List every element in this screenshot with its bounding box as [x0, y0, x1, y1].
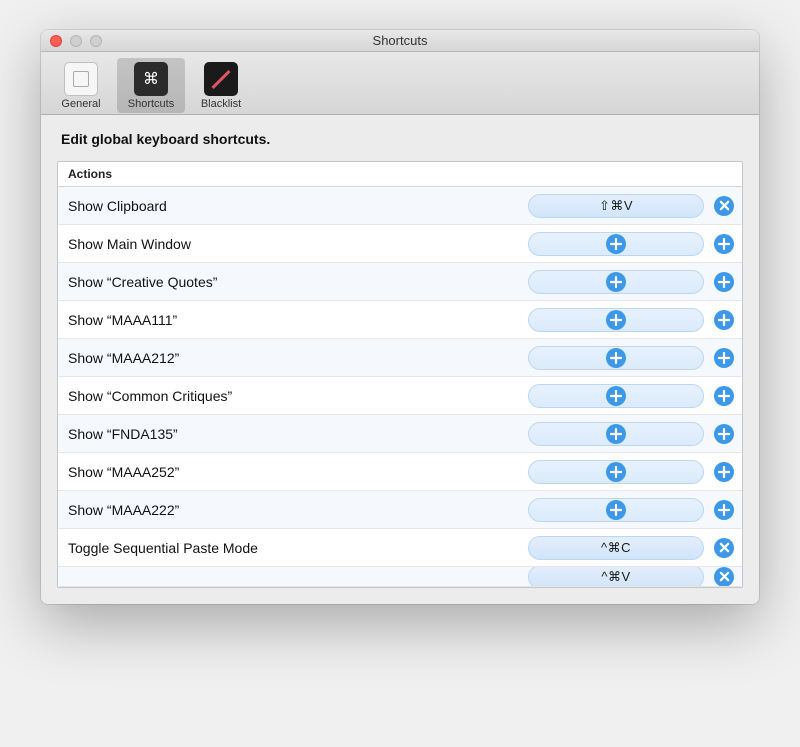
- add-shortcut-button[interactable]: [714, 234, 734, 254]
- blacklist-icon: [204, 62, 238, 96]
- shortcut-field[interactable]: ^⌘C: [528, 536, 704, 560]
- add-shortcut-icon: [606, 462, 626, 482]
- section-heading: Edit global keyboard shortcuts.: [57, 131, 743, 147]
- action-label: Show “MAAA222”: [68, 502, 528, 518]
- add-shortcut-icon: [606, 272, 626, 292]
- add-shortcut-icon: [606, 234, 626, 254]
- add-shortcut-icon: [606, 348, 626, 368]
- clear-shortcut-button[interactable]: [714, 567, 734, 587]
- add-shortcut-button[interactable]: [714, 386, 734, 406]
- shortcut-field[interactable]: [528, 346, 704, 370]
- shortcut-field[interactable]: [528, 270, 704, 294]
- tab-label: Shortcuts: [128, 98, 174, 110]
- table-row: Show “Creative Quotes”: [58, 263, 742, 301]
- add-shortcut-button[interactable]: [714, 500, 734, 520]
- table-row: Show “FNDA135”: [58, 415, 742, 453]
- table-row: Show “MAAA212”: [58, 339, 742, 377]
- action-label: Show “Common Critiques”: [68, 388, 528, 404]
- clear-shortcut-button[interactable]: [714, 538, 734, 558]
- add-shortcut-button[interactable]: [714, 272, 734, 292]
- shortcuts-table: Actions Show Clipboard⇧⌘V Show Main Windo…: [57, 161, 743, 588]
- general-icon: [64, 62, 98, 96]
- table-row: Show Clipboard⇧⌘V: [58, 187, 742, 225]
- action-label: Show “Creative Quotes”: [68, 274, 528, 290]
- add-shortcut-icon: [606, 310, 626, 330]
- add-shortcut-icon: [606, 424, 626, 444]
- tab-label: Blacklist: [201, 98, 241, 110]
- toolbar: General ⌘ Shortcuts Blacklist: [41, 52, 759, 115]
- table-row: ^⌘V: [58, 567, 742, 587]
- tab-blacklist[interactable]: Blacklist: [187, 58, 255, 113]
- shortcut-field[interactable]: ⇧⌘V: [528, 194, 704, 218]
- shortcut-field[interactable]: [528, 308, 704, 332]
- shortcut-field[interactable]: [528, 422, 704, 446]
- table-row: Show “MAAA252”: [58, 453, 742, 491]
- action-label: Show “MAAA252”: [68, 464, 528, 480]
- action-label: Show Clipboard: [68, 198, 528, 214]
- table-row: Show Main Window: [58, 225, 742, 263]
- table-row: Toggle Sequential Paste Mode^⌘C: [58, 529, 742, 567]
- table-row: Show “Common Critiques”: [58, 377, 742, 415]
- action-label: Show Main Window: [68, 236, 528, 252]
- close-button[interactable]: [50, 35, 62, 47]
- action-label: Show “FNDA135”: [68, 426, 528, 442]
- shortcut-field[interactable]: [528, 232, 704, 256]
- table-row: Show “MAAA222”: [58, 491, 742, 529]
- shortcuts-icon: ⌘: [134, 62, 168, 96]
- shortcut-field[interactable]: [528, 384, 704, 408]
- table-rows: Show Clipboard⇧⌘V Show Main Window Show “C…: [58, 187, 742, 587]
- add-shortcut-button[interactable]: [714, 310, 734, 330]
- shortcut-field[interactable]: ^⌘V: [528, 567, 704, 587]
- content-area: Edit global keyboard shortcuts. Actions …: [41, 115, 759, 604]
- add-shortcut-icon: [606, 386, 626, 406]
- zoom-button[interactable]: [90, 35, 102, 47]
- tab-general[interactable]: General: [47, 58, 115, 113]
- table-header-actions: Actions: [58, 162, 742, 187]
- preferences-window: Shortcuts General ⌘ Shortcuts Blacklist …: [41, 30, 759, 604]
- add-shortcut-button[interactable]: [714, 348, 734, 368]
- table-row: Show “MAAA111”: [58, 301, 742, 339]
- tab-label: General: [61, 98, 100, 110]
- shortcut-field[interactable]: [528, 460, 704, 484]
- action-label: Toggle Sequential Paste Mode: [68, 540, 528, 556]
- shortcut-field[interactable]: [528, 498, 704, 522]
- add-shortcut-button[interactable]: [714, 462, 734, 482]
- traffic-lights: [41, 35, 102, 47]
- add-shortcut-icon: [606, 500, 626, 520]
- add-shortcut-button[interactable]: [714, 424, 734, 444]
- action-label: Show “MAAA111”: [68, 312, 528, 328]
- clear-shortcut-button[interactable]: [714, 196, 734, 216]
- tab-shortcuts[interactable]: ⌘ Shortcuts: [117, 58, 185, 113]
- action-label: Show “MAAA212”: [68, 350, 528, 366]
- titlebar: Shortcuts: [41, 30, 759, 52]
- window-title: Shortcuts: [41, 33, 759, 48]
- minimize-button[interactable]: [70, 35, 82, 47]
